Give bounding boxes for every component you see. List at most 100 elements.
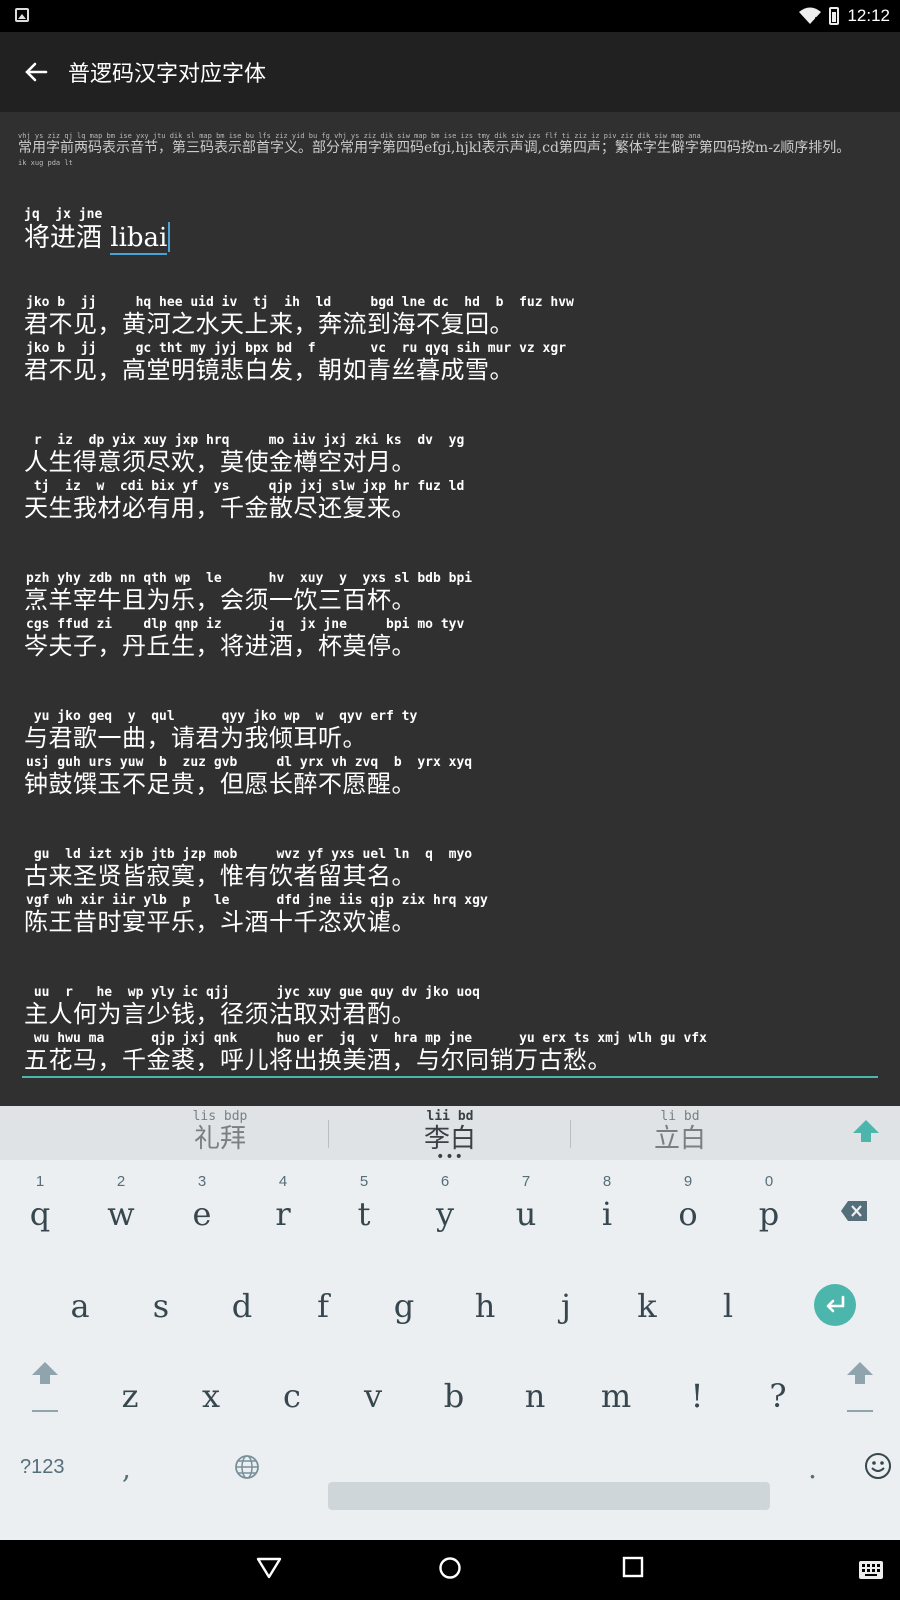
key-label: t (357, 1195, 371, 1233)
key-hint: 9 (683, 1173, 693, 1190)
key-w[interactable]: 2w (81, 1170, 161, 1234)
line-text: 钟鼓馔玉不足贵，但愿长醉不愿醒。 (24, 770, 416, 798)
key-label: a (70, 1287, 90, 1325)
line-text: 古来圣贤皆寂寞，惟有饮者留其名。 (24, 862, 416, 890)
key-g[interactable]: g (364, 1286, 444, 1326)
line-text: 陈王昔时宴平乐，斗酒十千恣欢谑。 (24, 908, 416, 936)
poem-line[interactable]: wu hwu ma qjp jxj qnk huo er jq v hra mp… (24, 1032, 707, 1075)
key-o[interactable]: 9o (648, 1170, 728, 1234)
suggestion-arrow-up-icon[interactable] (852, 1118, 880, 1146)
suggestion-annotation: lii bd (426, 1109, 474, 1124)
more-suggestions-dots[interactable]: ••• (390, 1150, 510, 1164)
key-label: v (363, 1377, 383, 1415)
title-text: 将进酒 (24, 223, 103, 253)
key-hint: 6 (440, 1173, 450, 1190)
key-s[interactable]: s (121, 1286, 201, 1326)
key-label: b (443, 1377, 465, 1415)
poem-line[interactable]: usj guh urs yuw b zuz gvb dl yrx vh zvq … (24, 756, 472, 799)
symbols-key[interactable]: ?123 (20, 1456, 65, 1479)
line-text: 君不见，黄河之水天上来，奔流到海不复回。 (24, 310, 514, 338)
editor-area[interactable]: vhj ys ziz qj lq map bm ise yxy jtu dik … (0, 112, 900, 1106)
line-text: 与君歌一曲，请君为我倾耳听。 (24, 724, 367, 752)
title-line[interactable]: 将进酒 libai (24, 222, 171, 255)
key-exclamation[interactable]: ! (657, 1376, 737, 1416)
key-label: h (474, 1287, 496, 1325)
line-text: 天生我材必有用，千金散尽还复来。 (24, 494, 416, 522)
poem-line[interactable]: jko b jj gc tht my jyj bpx bd f vc ru qy… (24, 342, 566, 385)
key-f[interactable]: f (283, 1286, 363, 1326)
description-codes: vhj ys ziz qj lq map bm ise yxy jtu dik … (18, 132, 701, 140)
line-text: 主人何为言少钱，径须沽取对君酌。 (24, 1000, 416, 1028)
globe-icon[interactable] (234, 1454, 260, 1480)
poem-line[interactable]: cgs ffud zi dlp qnp iz jq jx jne bpi mo … (24, 617, 465, 661)
app-title: 普逻码汉字对应字体 (68, 62, 267, 87)
key-d[interactable]: d (202, 1286, 282, 1326)
space-bar[interactable] (328, 1482, 770, 1510)
key-x[interactable]: x (171, 1376, 251, 1416)
enter-key[interactable] (814, 1284, 856, 1326)
poem-line[interactable]: tj iz w cdi bix yf ys qjp jxj slw jxp hr… (24, 480, 464, 523)
emoji-icon[interactable] (864, 1452, 892, 1480)
key-r[interactable]: 4r (243, 1170, 323, 1234)
backspace-icon[interactable] (840, 1200, 868, 1222)
composing-text: libai (110, 223, 168, 255)
line-annotation: cgs ffud zi dlp qnp iz jq jx jne bpi mo … (26, 617, 465, 632)
poem-title[interactable]: jq jx jne 将进酒 libai (24, 208, 171, 255)
key-h[interactable]: h (445, 1286, 525, 1326)
poem-line[interactable]: pzh yhy zdb nn qth wp le hv xuy y yxs sl… (24, 572, 472, 615)
poem-line[interactable]: gu ld izt xjb jtb jzp mob wvz yf yxs uel… (24, 848, 472, 891)
line-text: 五花马，千金裘，呼儿将出换美酒，与尔同销万古愁。 (24, 1046, 612, 1074)
nav-recents-icon[interactable] (622, 1556, 644, 1578)
key-hint: 4 (278, 1173, 288, 1190)
poem-line[interactable]: uu r he wp yly ic qjj jyc xuy gue quy dv… (24, 985, 480, 1029)
key-u[interactable]: 7u (486, 1170, 566, 1234)
key-q[interactable]: 1q (0, 1170, 80, 1234)
battery-icon (829, 7, 840, 25)
shift-right-icon[interactable] (845, 1358, 875, 1418)
comma-key[interactable]: , (122, 1452, 131, 1485)
poem-line[interactable]: yu jko geq y qul qyy jko wp w qyv erf ty… (24, 710, 417, 753)
suggestion-2[interactable]: lii bd 李白 ••• (390, 1109, 510, 1165)
line-annotation: vgf wh xir iir ylb p le dfd jne iis qjp … (26, 893, 488, 908)
back-arrow-icon[interactable] (20, 56, 52, 88)
key-b[interactable]: b (414, 1376, 494, 1416)
shift-left-icon[interactable] (30, 1358, 60, 1418)
nav-home-icon[interactable] (438, 1556, 462, 1580)
key-label: l (722, 1287, 734, 1325)
key-i[interactable]: 8i (567, 1170, 647, 1234)
key-e[interactable]: 3e (162, 1170, 242, 1234)
key-label: i (601, 1195, 613, 1233)
key-p[interactable]: 0p (729, 1170, 809, 1234)
key-j[interactable]: j (526, 1286, 606, 1326)
key-n[interactable]: n (495, 1376, 575, 1416)
key-label: y (435, 1195, 455, 1233)
line-text: 岑夫子，丹丘生，将进酒，杯莫停。 (24, 632, 416, 660)
key-k[interactable]: k (607, 1286, 687, 1326)
key-label: m (600, 1377, 632, 1415)
key-label: ? (769, 1377, 787, 1415)
navigation-bar (0, 1540, 900, 1600)
key-c[interactable]: c (252, 1376, 332, 1416)
key-label: d (231, 1287, 253, 1325)
key-v[interactable]: v (333, 1376, 413, 1416)
key-question[interactable]: ? (738, 1376, 818, 1416)
key-label: q (29, 1195, 51, 1233)
key-t[interactable]: 5t (324, 1170, 404, 1234)
poem-line[interactable]: vgf wh xir iir ylb p le dfd jne iis qjp … (24, 893, 488, 937)
poem-line[interactable]: r iz dp yix xuy jxp hrq mo iiv jxj zki k… (24, 434, 464, 477)
key-hint: 2 (116, 1173, 126, 1190)
suggestion-1[interactable]: lis bdp 礼拜 (160, 1110, 280, 1155)
key-a[interactable]: a (40, 1286, 120, 1326)
period-key[interactable]: . (808, 1452, 817, 1485)
key-z[interactable]: z (90, 1376, 170, 1416)
keyboard-switch-icon[interactable] (858, 1560, 884, 1580)
line-annotation: uu r he wp yly ic qjj jyc xuy gue quy dv… (26, 985, 480, 1000)
key-l[interactable]: l (688, 1286, 768, 1326)
poem-line[interactable]: jko b jj hq hee uid iv tj ih ld bgd lne … (24, 296, 574, 339)
nav-back-icon[interactable] (256, 1556, 282, 1580)
key-label: o (678, 1195, 698, 1233)
key-y[interactable]: 6y (405, 1170, 485, 1234)
suggestion-3[interactable]: li bd 立白 (620, 1110, 740, 1155)
image-notification-icon (15, 8, 29, 22)
key-m[interactable]: m (576, 1376, 656, 1416)
